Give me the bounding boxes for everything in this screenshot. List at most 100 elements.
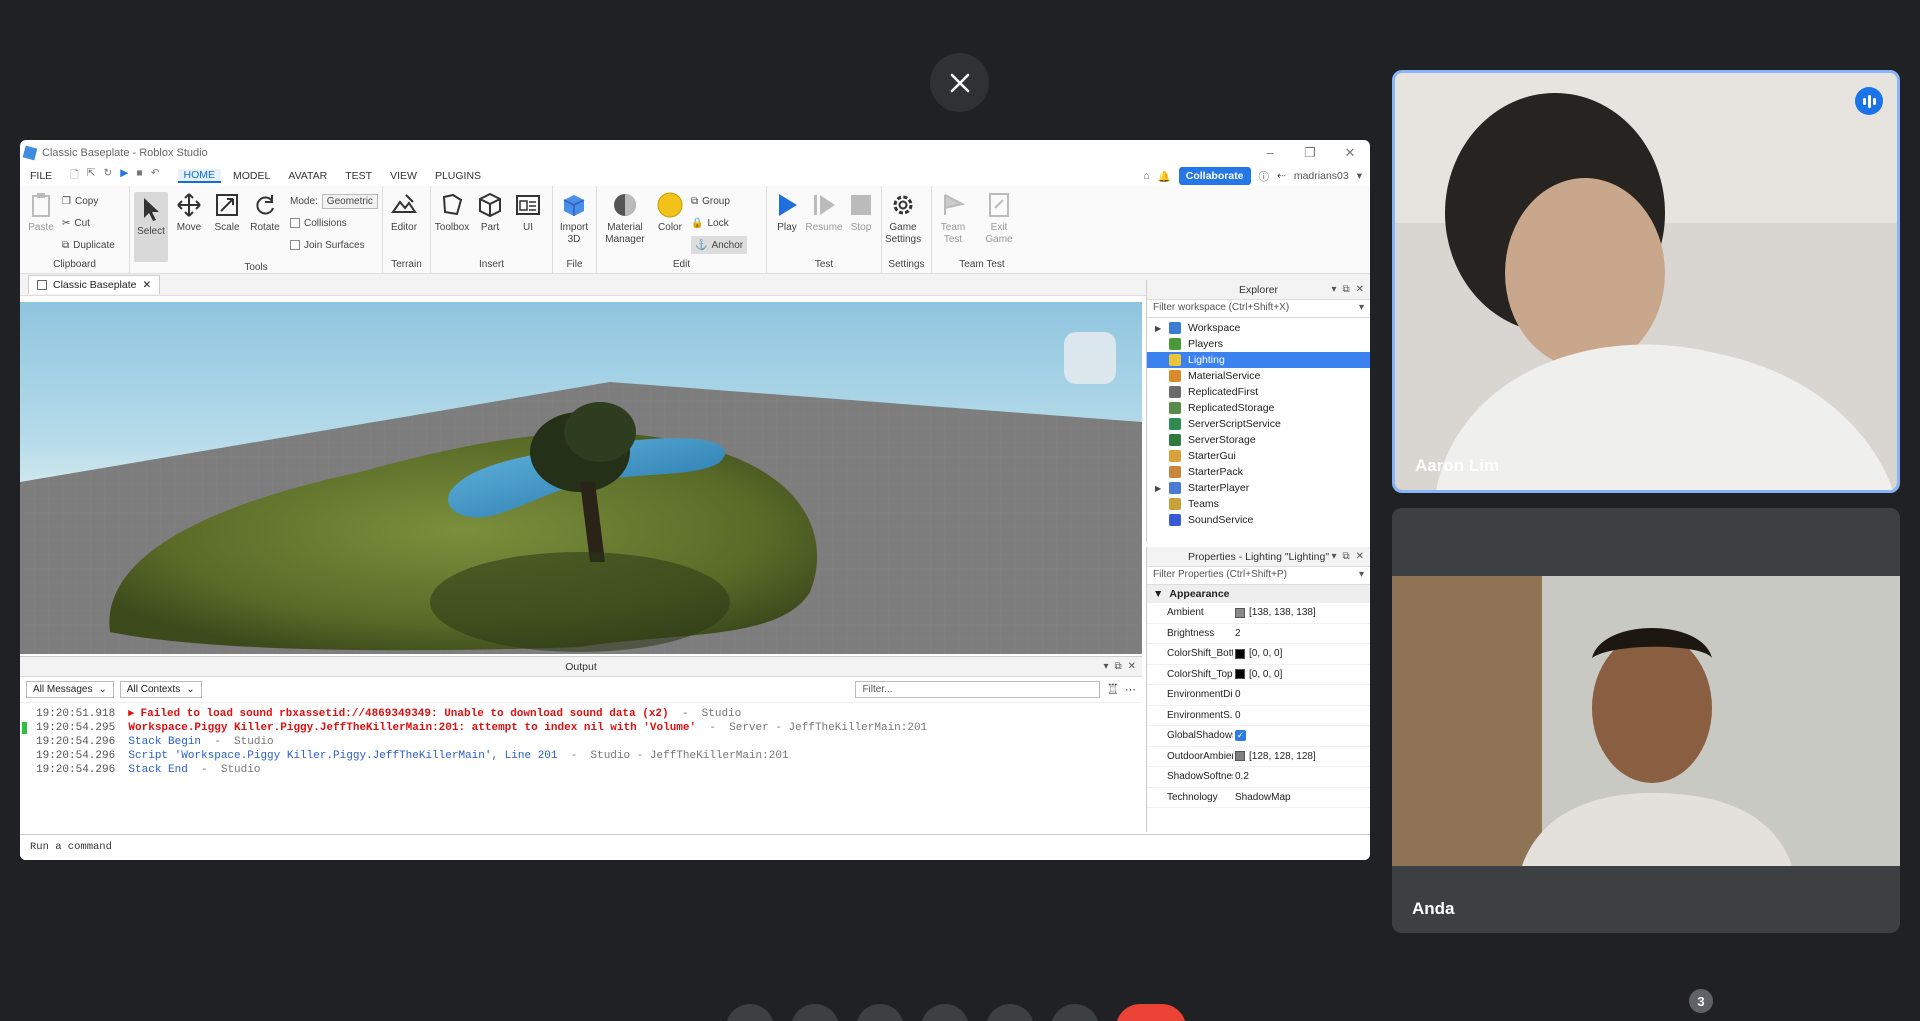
close-presentation-button[interactable] — [930, 53, 989, 112]
join-surfaces-toggle[interactable]: Join Surfaces — [290, 236, 378, 254]
property-value[interactable]: 0 — [1233, 710, 1241, 721]
color-button[interactable]: Color — [653, 192, 687, 234]
panel-menu-icon[interactable]: ▾ — [1103, 661, 1108, 672]
3d-viewport[interactable] — [20, 302, 1142, 654]
camera-button[interactable] — [791, 1004, 839, 1021]
expand-arrow-icon[interactable]: ▶ — [1155, 484, 1169, 493]
stop-small-icon[interactable]: ■ — [136, 167, 142, 185]
explorer-item-replicatedstorage[interactable]: ReplicatedStorage — [1147, 400, 1370, 416]
output-log-line[interactable]: 19:20:54.296 Stack End - Studio — [36, 763, 1142, 777]
mode-select[interactable]: Geometric — [321, 193, 378, 209]
lock-button[interactable]: 🔒 Lock — [691, 214, 747, 232]
explorer-filter-input[interactable]: Filter workspace (Ctrl+Shift+X) ▾ — [1147, 300, 1370, 318]
chevron-down-icon[interactable]: ▾ — [1357, 170, 1362, 182]
material-manager-button[interactable]: Material Manager — [601, 192, 649, 246]
output-log-line[interactable]: 19:20:54.296 Script 'Workspace.Piggy Kil… — [36, 749, 1142, 763]
clear-output-icon[interactable]: ♖ — [1106, 681, 1119, 698]
help-icon[interactable]: ⓘ — [1259, 169, 1270, 184]
property-row[interactable]: ColorShift_Top [0, 0, 0] — [1147, 665, 1370, 685]
expand-arrow-icon[interactable]: ▶ — [1155, 324, 1169, 333]
select-tool-button[interactable]: Select — [134, 192, 168, 262]
property-value[interactable]: [0, 0, 0] — [1233, 648, 1282, 659]
play-small-icon[interactable]: ▶ — [120, 167, 128, 185]
exit-game-button[interactable]: Exit Game — [982, 192, 1016, 246]
explorer-item-startergui[interactable]: StarterGui — [1147, 448, 1370, 464]
cut-button[interactable]: ✂ Cut — [62, 214, 115, 232]
present-button[interactable] — [986, 1004, 1034, 1021]
output-log-line[interactable]: 19:20:54.296 Stack Begin - Studio — [36, 735, 1142, 749]
leave-call-button[interactable] — [1116, 1004, 1186, 1021]
import-3d-button[interactable]: Import 3D — [557, 192, 591, 246]
game-settings-button[interactable]: Game Settings — [885, 192, 921, 246]
checkbox-checked-icon[interactable]: ✓ — [1235, 730, 1246, 742]
output-filter-input[interactable]: Filter... — [855, 681, 1101, 698]
username[interactable]: madrians03 — [1294, 170, 1349, 182]
property-row[interactable]: Brightness 2 — [1147, 624, 1370, 644]
participant-tile-aaron[interactable]: Aaron Lim — [1392, 70, 1900, 493]
properties-filter-input[interactable]: Filter Properties (Ctrl+Shift+P) ▾ — [1147, 567, 1370, 585]
explorer-item-soundservice[interactable]: SoundService — [1147, 512, 1370, 528]
property-value[interactable]: [138, 138, 138] — [1233, 607, 1316, 618]
property-row[interactable]: Technology ShadowMap — [1147, 788, 1370, 808]
output-log-line[interactable]: 19:20:51.918 ▸ Failed to load sound rbxa… — [36, 707, 1142, 721]
group-button[interactable]: ⧉ Group — [691, 192, 747, 210]
panel-close-icon[interactable]: ✕ — [1356, 284, 1364, 295]
panel-close-icon[interactable]: ✕ — [1128, 661, 1136, 672]
explorer-item-serverscriptservice[interactable]: ServerScriptService — [1147, 416, 1370, 432]
command-bar-input[interactable]: Run a command — [20, 834, 1370, 860]
property-value[interactable]: [128, 128, 128] — [1233, 751, 1316, 762]
property-value[interactable]: 0 — [1233, 689, 1241, 700]
menu-plugins[interactable]: PLUGINS — [435, 170, 481, 182]
rotate-tool-button[interactable]: Rotate — [248, 192, 282, 234]
explorer-item-serverstorage[interactable]: ServerStorage — [1147, 432, 1370, 448]
contexts-filter-dropdown[interactable]: All Contexts ⌄ — [119, 681, 202, 698]
panel-float-icon[interactable]: ⧉ — [1114, 661, 1121, 672]
property-row[interactable]: EnvironmentS... 0 — [1147, 706, 1370, 726]
explorer-item-players[interactable]: Players — [1147, 336, 1370, 352]
explorer-item-workspace[interactable]: ▶ Workspace — [1147, 320, 1370, 336]
property-value[interactable]: 0.2 — [1233, 771, 1249, 782]
stop-button[interactable]: Stop — [845, 192, 877, 234]
property-value[interactable]: 2 — [1233, 628, 1241, 639]
copy-button[interactable]: ❐ Copy — [62, 192, 115, 210]
panel-menu-icon[interactable]: ▾ — [1331, 551, 1336, 562]
explorer-item-materialservice[interactable]: MaterialService — [1147, 368, 1370, 384]
collisions-toggle[interactable]: Collisions — [290, 214, 378, 232]
home-icon[interactable]: ⌂ — [1143, 170, 1149, 182]
redo-icon[interactable]: ↻ — [103, 167, 112, 185]
property-value[interactable]: ✓ — [1233, 730, 1250, 742]
open-file-icon[interactable]: ⇱ — [87, 167, 96, 185]
property-row[interactable]: EnvironmentDi...0 — [1147, 685, 1370, 706]
property-row[interactable]: OutdoorAmbient [128, 128, 128] — [1147, 747, 1370, 767]
new-file-icon[interactable]: 🗋 — [70, 167, 78, 185]
property-row[interactable]: ShadowSoftness0.2 — [1147, 767, 1370, 788]
appearance-section[interactable]: ▼ Appearance — [1147, 585, 1370, 603]
window-close-icon[interactable]: ✕ — [1330, 145, 1370, 161]
participant-tile-anda[interactable]: Anda — [1392, 508, 1900, 933]
explorer-item-starterplayer[interactable]: ▶ StarterPlayer — [1147, 480, 1370, 496]
ui-button[interactable]: UI — [511, 192, 545, 234]
mic-button[interactable] — [726, 1004, 774, 1021]
tab-close-icon[interactable]: ✕ — [142, 279, 151, 291]
explorer-item-lighting[interactable]: Lighting — [1147, 352, 1370, 368]
terrain-editor-button[interactable]: Editor — [387, 192, 421, 234]
property-row[interactable]: Ambient [138, 138, 138] — [1147, 603, 1370, 624]
more-options-icon[interactable]: ⋯ — [1125, 683, 1136, 696]
view-cube-icon[interactable] — [1064, 332, 1116, 384]
undo-icon[interactable]: ↶ — [151, 167, 160, 185]
captions-button[interactable] — [856, 1004, 904, 1021]
doc-tab-classic-baseplate[interactable]: Classic Baseplate ✕ — [28, 275, 161, 294]
minimize-icon[interactable]: – — [1250, 145, 1290, 161]
scale-tool-button[interactable]: Scale — [210, 192, 244, 234]
anchor-button[interactable]: ⚓ Anchor — [691, 236, 748, 254]
emoji-button[interactable] — [921, 1004, 969, 1021]
collaborate-button[interactable]: Collaborate — [1178, 167, 1251, 185]
explorer-item-teams[interactable]: Teams — [1147, 496, 1370, 512]
duplicate-button[interactable]: ⧉ Duplicate — [62, 236, 115, 254]
panel-menu-icon[interactable]: ▾ — [1331, 284, 1336, 295]
restore-icon[interactable]: ❐ — [1290, 145, 1330, 161]
menu-view[interactable]: VIEW — [390, 170, 417, 182]
share-icon[interactable]: ⇠ — [1277, 170, 1286, 182]
menu-avatar[interactable]: AVATAR — [288, 170, 327, 182]
property-row[interactable]: ColorShift_Bott... [0, 0, 0] — [1147, 644, 1370, 665]
